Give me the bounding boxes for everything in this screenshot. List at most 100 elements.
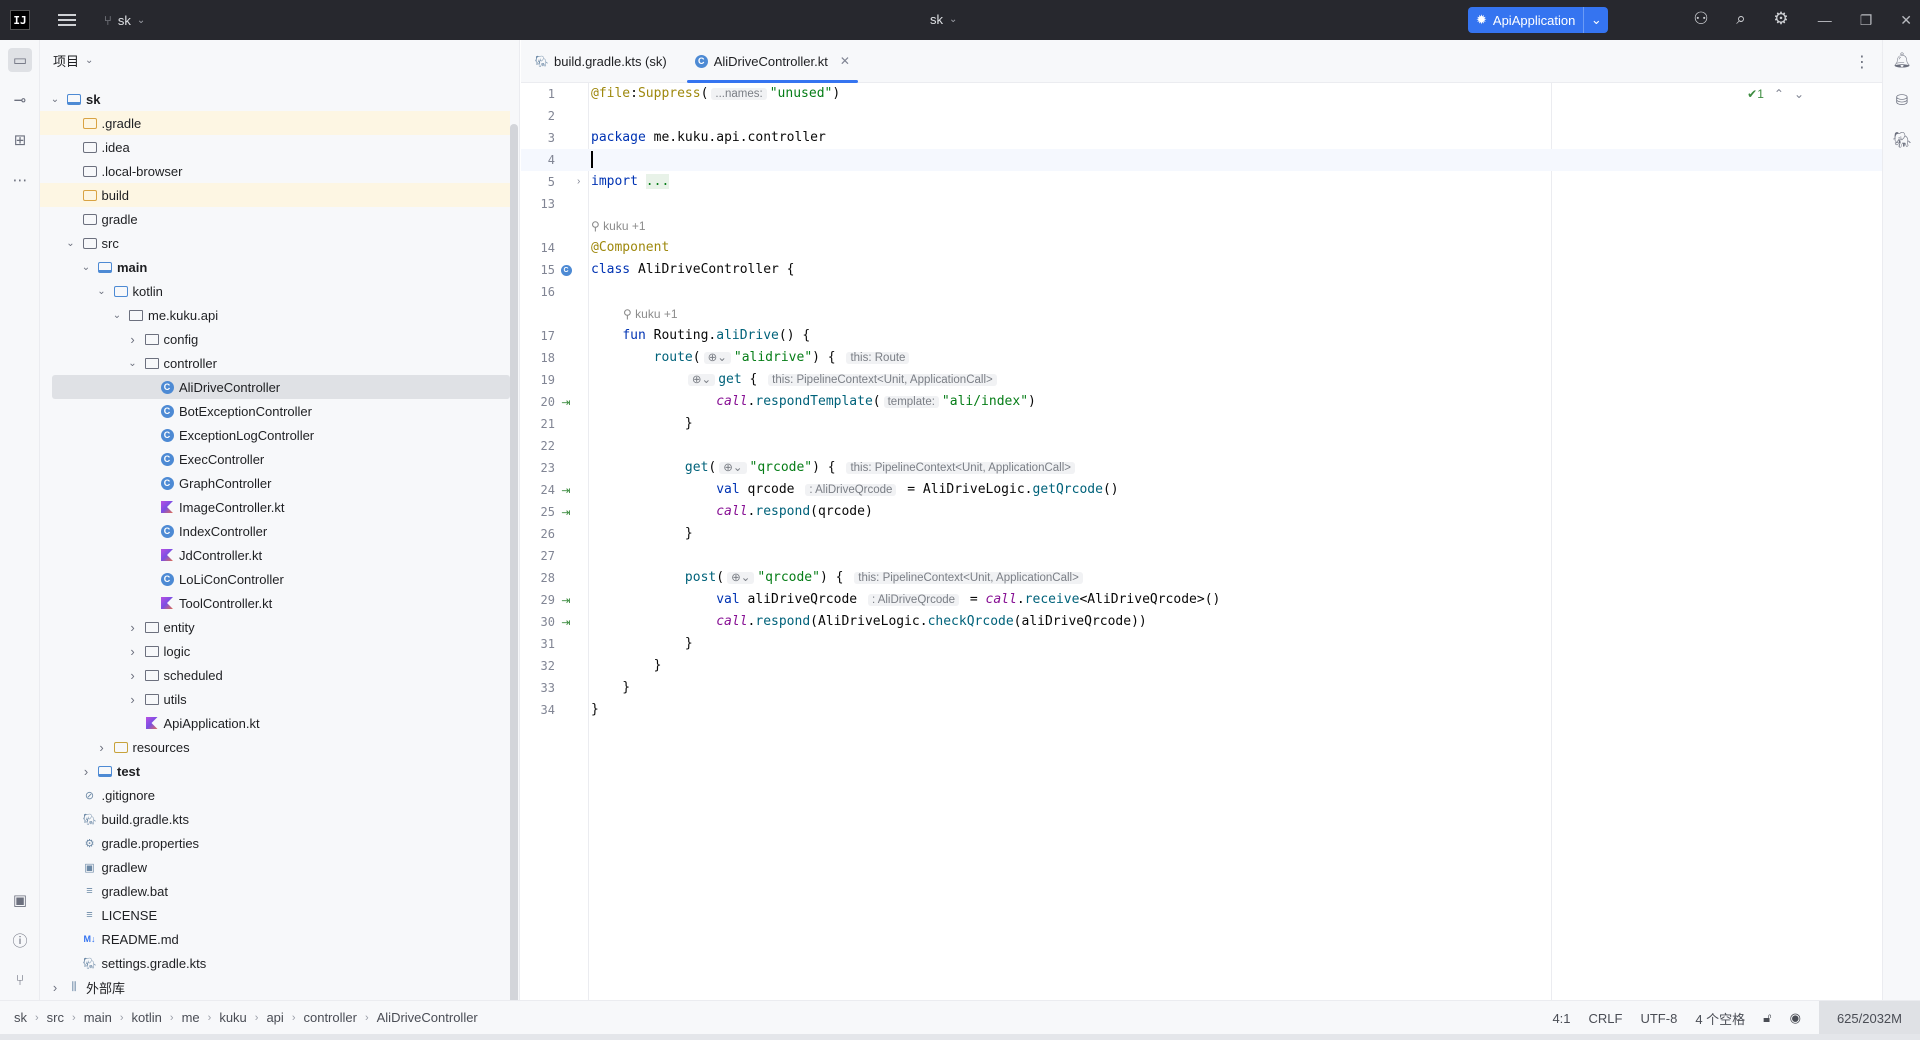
breadcrumb-item[interactable]: sk [14, 1010, 27, 1025]
caret-position[interactable]: 4:1 [1552, 1011, 1570, 1026]
tree-item[interactable]: ⌄ kotlin [40, 279, 510, 303]
tree-item[interactable]: build [40, 183, 510, 207]
more-icon[interactable]: ⋯ [8, 168, 32, 192]
code-text[interactable]: get(⊕⌄ "qrcode") { this: PipelineContext<… [591, 457, 1078, 479]
code-text[interactable]: ⊕⌄ get { this: PipelineContext<Unit, Appl… [591, 369, 1000, 391]
folder-icon[interactable]: ▭ [8, 48, 32, 72]
chevron-down-icon[interactable]: ⌄ [110, 310, 124, 321]
tree-item[interactable]: › config [40, 327, 510, 351]
code-text[interactable]: } [591, 633, 693, 655]
tree-item[interactable]: 🐘︎ settings.gradle.kts [40, 951, 510, 975]
tree-item[interactable]: › ⫼ 外部库 [40, 975, 510, 999]
tree-item[interactable]: JdController.kt [40, 543, 510, 567]
git-icon[interactable]: ⑂ [8, 968, 32, 992]
suspend-call-icon[interactable]: ⇥ [559, 483, 573, 497]
chevron-right-icon[interactable]: › [126, 668, 140, 683]
tree-item[interactable]: gradle [40, 207, 510, 231]
breadcrumb-item[interactable]: kuku [219, 1010, 246, 1025]
tree-item[interactable]: .local-browser [40, 159, 510, 183]
restore-icon[interactable]: ❐ [1860, 12, 1873, 29]
tree-item[interactable]: ⌄ sk [40, 87, 510, 111]
run-config-dropdown[interactable]: ⌄ [1584, 12, 1608, 28]
tree-item[interactable]: ToolController.kt [40, 591, 510, 615]
tree-item[interactable]: ⚙ gradle.properties [40, 831, 510, 855]
tree-item[interactable]: C GraphController [40, 471, 510, 495]
commit-icon[interactable]: ⊸ [8, 88, 32, 112]
run-gutter-icon[interactable]: C [559, 263, 573, 277]
notifications-icon[interactable]: 🔔︎ [1890, 48, 1914, 72]
tree-item[interactable]: ▣ gradlew [40, 855, 510, 879]
user-add-icon[interactable]: ⚇ [1690, 8, 1712, 30]
code-author[interactable]: ⚲ kuku +1 [591, 215, 646, 237]
chevron-right-icon[interactable]: › [48, 980, 62, 995]
inspection-profile-icon[interactable]: ◉ [1790, 1010, 1801, 1026]
code-text[interactable]: call.respond(qrcode) [591, 501, 873, 523]
database-icon[interactable]: ⛁ [1890, 88, 1914, 112]
code-text[interactable]: class AliDriveController { [591, 259, 795, 281]
gradle-icon[interactable]: 🐘︎ [1890, 128, 1914, 152]
file-encoding[interactable]: UTF-8 [1640, 1011, 1677, 1026]
tree-item[interactable]: 🐘︎ build.gradle.kts [40, 807, 510, 831]
close-icon[interactable]: ✕ [1900, 12, 1912, 29]
code-text[interactable]: } [591, 699, 599, 721]
tree-item[interactable]: ≡ LICENSE [40, 903, 510, 927]
tree-item[interactable]: C IndexController [40, 519, 510, 543]
code-text[interactable]: package me.kuku.api.controller [591, 127, 826, 149]
suspend-call-icon[interactable]: ⇥ [559, 395, 573, 409]
breadcrumb-item[interactable]: src [47, 1010, 64, 1025]
editor-tab[interactable]: C AliDriveController.kt ✕ [681, 40, 864, 83]
breadcrumb-item[interactable]: kotlin [132, 1010, 162, 1025]
memory-indicator[interactable]: 625/2032M [1818, 1001, 1920, 1035]
tree-item[interactable]: › resources [40, 735, 510, 759]
code-text[interactable]: } [591, 413, 693, 435]
code-text[interactable]: } [591, 523, 693, 545]
tree-item[interactable]: .idea [40, 135, 510, 159]
gear-icon[interactable]: ⚙ [1770, 8, 1792, 30]
project-switcher[interactable]: ⑂ sk ⌄ [104, 13, 145, 28]
tree-item[interactable]: ⌄ me.kuku.api [40, 303, 510, 327]
code-text[interactable]: call.respond(AliDriveLogic.checkQrcode(a… [591, 611, 1147, 633]
code-text[interactable]: call.respondTemplate(template: "ali/index… [591, 391, 1036, 413]
code-text[interactable]: val aliDriveQrcode : AliDriveQrcode = ca… [591, 589, 1220, 611]
chevron-down-icon[interactable]: ⌄ [48, 94, 62, 105]
terminal-icon[interactable]: ▣ [8, 888, 32, 912]
breadcrumb-item[interactable]: api [266, 1010, 283, 1025]
main-menu-icon[interactable] [58, 14, 76, 26]
project-panel-header[interactable]: 项目 ⌄ [40, 40, 519, 80]
tree-item[interactable]: M↓ README.md [40, 927, 510, 951]
code-author[interactable]: ⚲ kuku +1 [623, 303, 678, 325]
chevron-down-icon[interactable]: ⌄ [126, 358, 140, 369]
chevron-down-icon[interactable]: ⌄ [95, 286, 109, 297]
breadcrumb-item[interactable]: main [84, 1010, 112, 1025]
tree-item[interactable]: ImageController.kt [40, 495, 510, 519]
code-text[interactable]: @Component [591, 237, 669, 259]
chevron-right-icon[interactable]: › [126, 620, 140, 635]
code-text[interactable]: import ... [591, 171, 670, 193]
code-text[interactable]: post(⊕⌄ "qrcode") { this: PipelineContext… [591, 567, 1086, 589]
suspend-call-icon[interactable]: ⇥ [559, 615, 573, 629]
suspend-call-icon[interactable]: ⇥ [559, 505, 573, 519]
chevron-down-icon[interactable]: ⌄ [79, 262, 93, 273]
indent-setting[interactable]: 4 个空格 [1695, 1009, 1745, 1028]
tree-item[interactable]: C ExceptionLogController [40, 423, 510, 447]
chevron-down-icon[interactable]: ⌄ [64, 238, 78, 249]
tree-item[interactable]: › entity [40, 615, 510, 639]
tree-item[interactable]: C LoLiConController [40, 567, 510, 591]
project-scrollbar[interactable] [510, 124, 518, 1024]
breadcrumb-item[interactable]: me [182, 1010, 200, 1025]
tree-item[interactable]: › utils [40, 687, 510, 711]
search-icon[interactable]: ⌕ [1730, 8, 1752, 30]
code-text[interactable] [591, 149, 593, 171]
run-config-selector[interactable]: ✹ ApiApplication ⌄ [1468, 7, 1609, 33]
more-vertical-icon[interactable]: ⋮ [1854, 52, 1870, 72]
breadcrumb-item[interactable]: controller [303, 1010, 356, 1025]
close-tab-icon[interactable]: ✕ [840, 54, 850, 68]
tree-item[interactable]: C ExecController [40, 447, 510, 471]
editor-tab[interactable]: 🐘︎ build.gradle.kts (sk) [521, 40, 681, 83]
tree-item[interactable]: C AliDriveController [52, 375, 510, 399]
problems-icon[interactable]: ⓘ [8, 928, 32, 952]
app-logo-icon[interactable]: IJ [10, 10, 30, 30]
lock-icon[interactable]: 🔓︎ [1763, 1010, 1771, 1026]
code-text[interactable]: route(⊕⌄ "alidrive") { this: Route [591, 347, 912, 369]
window-title[interactable]: sk ⌄ [930, 12, 957, 27]
